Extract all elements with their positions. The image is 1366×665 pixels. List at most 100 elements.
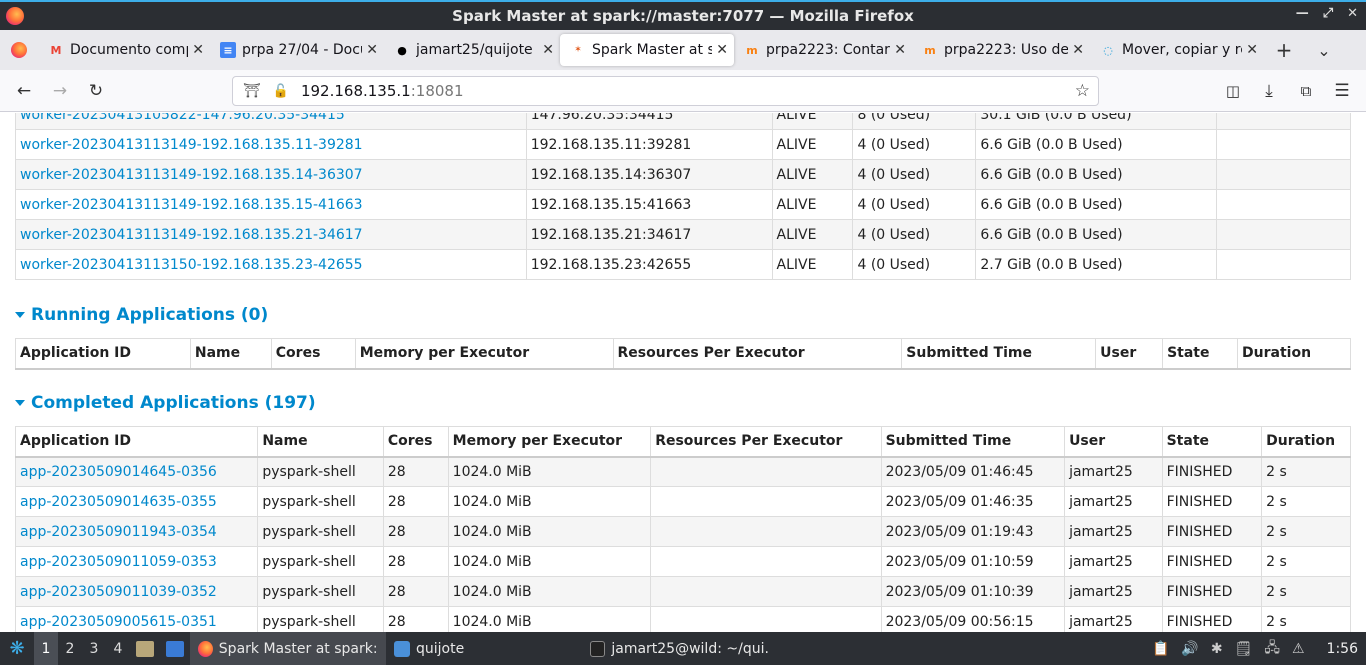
browser-tab[interactable]: ◌ Mover, copiar y re ✕	[1090, 34, 1264, 66]
worker-link[interactable]: worker-20230413113149-192.168.135.14-363…	[20, 167, 363, 183]
tracking-protection-shield-icon[interactable]: ⛩	[243, 83, 261, 99]
close-tab-icon[interactable]: ✕	[192, 42, 204, 58]
close-tab-icon[interactable]: ✕	[716, 42, 728, 58]
worker-link[interactable]: worker-20230413113150-192.168.135.23-426…	[20, 257, 363, 273]
application-duration-cell: 2 s	[1261, 606, 1351, 632]
application-resources-cell	[650, 456, 882, 487]
close-tab-icon[interactable]: ✕	[894, 42, 906, 58]
browser-tab[interactable]: M Documento comp ✕	[38, 34, 210, 66]
running-applications-toggle[interactable]: Running Applications (0)	[15, 305, 268, 325]
application-duration-cell: 2 s	[1261, 546, 1351, 577]
application-resources-cell	[650, 516, 882, 547]
firefox-view-button[interactable]	[0, 30, 38, 70]
browser-tab[interactable]: m prpa2223: Uso de ✕	[912, 34, 1090, 66]
downloads-button[interactable]: ⤓	[1258, 80, 1280, 102]
minimize-icon[interactable]: —	[1296, 6, 1309, 21]
application-user-cell: jamart25	[1064, 456, 1163, 487]
taskbar-app-label: Spark Master at spark:...	[218, 640, 378, 657]
worker-address-cell: 192.168.135.11:39281	[525, 129, 773, 160]
bookmark-star-icon[interactable]: ☆	[1075, 81, 1090, 101]
column-header[interactable]: Application ID	[14, 426, 259, 458]
column-header[interactable]: Cores	[382, 426, 449, 458]
column-header[interactable]: Name	[257, 426, 384, 458]
list-all-tabs-button[interactable]: ⌄	[1304, 41, 1344, 60]
worker-resources-cell	[1216, 159, 1351, 190]
column-header[interactable]: Duration	[1237, 338, 1351, 370]
application-user-cell: jamart25	[1064, 606, 1163, 632]
file-manager-launcher[interactable]	[130, 632, 160, 665]
notes-icon[interactable]: 🗒	[1235, 641, 1253, 657]
application-link[interactable]: app-20230509014645-0356	[20, 464, 217, 480]
taskbar-app-button[interactable]: quijote	[386, 632, 582, 665]
volume-icon[interactable]: 🔊	[1181, 641, 1198, 657]
column-header[interactable]: Cores	[270, 338, 356, 370]
workspace-button[interactable]: 4	[106, 632, 130, 665]
column-header[interactable]: State	[1162, 338, 1239, 370]
window-title: Spark Master at spark://master:7077 — Mo…	[452, 7, 914, 25]
application-link[interactable]: app-20230509011039-0352	[20, 584, 217, 600]
column-header[interactable]: Memory per Executor	[447, 426, 652, 458]
back-button[interactable]: ←	[13, 80, 35, 102]
browser-tab[interactable]: m prpa2223: Contar ✕	[734, 34, 912, 66]
bluetooth-icon[interactable]: ✱	[1211, 641, 1223, 657]
worker-link[interactable]: worker-20230413113149-192.168.135.15-416…	[20, 197, 363, 213]
worker-cores-cell: 4 (0 Used)	[852, 249, 977, 280]
extensions-button[interactable]: ⧉	[1295, 80, 1317, 102]
application-link[interactable]: app-20230509005615-0351	[20, 614, 217, 630]
application-memory-cell: 1024.0 MiB	[447, 606, 652, 632]
show-desktop-button[interactable]	[160, 632, 190, 665]
worker-link[interactable]: worker-20230413113149-192.168.135.21-346…	[20, 227, 363, 243]
completed-applications-toggle[interactable]: Completed Applications (197)	[15, 393, 316, 413]
close-tab-icon[interactable]: ✕	[366, 42, 378, 58]
column-header[interactable]: State	[1161, 426, 1263, 458]
clipboard-icon[interactable]: 📋	[1152, 641, 1169, 657]
application-link[interactable]: app-20230509011059-0353	[20, 554, 217, 570]
forward-button[interactable]: →	[49, 80, 71, 102]
browser-tab[interactable]: ✶ Spark Master at sp ✕	[560, 34, 734, 66]
worker-link[interactable]: worker-20230413113149-192.168.135.11-392…	[20, 137, 363, 153]
taskbar-app-button[interactable]: jamart25@wild: ~/qui...	[582, 632, 778, 665]
workspace-button[interactable]: 1	[34, 632, 58, 665]
tab-label: prpa2223: Uso de	[944, 42, 1069, 58]
column-header[interactable]: Resources Per Executor	[612, 338, 903, 370]
url-bar[interactable]: ⛩ 🔓 192.168.135.1:18081 ☆	[232, 76, 1099, 106]
browser-tab[interactable]: ≡ prpa 27/04 - Docu ✕	[210, 34, 384, 66]
column-header[interactable]: Submitted Time	[901, 338, 1097, 370]
pocket-button[interactable]: ◫	[1222, 80, 1244, 102]
reload-button[interactable]: ↻	[85, 80, 107, 102]
restore-icon[interactable]: ⤢	[1323, 6, 1333, 21]
application-submitted-cell: 2023/05/09 01:46:35	[880, 486, 1066, 517]
worker-memory-cell: 6.6 GiB (0.0 B Used)	[975, 129, 1218, 160]
column-header[interactable]: Memory per Executor	[354, 338, 614, 370]
workspace-button[interactable]: 2	[58, 632, 82, 665]
application-link[interactable]: app-20230509011943-0354	[20, 524, 217, 540]
network-icon[interactable]: 🖧	[1264, 637, 1280, 661]
new-tab-button[interactable]: +	[1264, 38, 1304, 62]
close-window-icon[interactable]: ✕	[1347, 6, 1358, 21]
worker-link[interactable]: worker-20230413105822-147.96.20.35-34415	[20, 113, 345, 123]
insecure-lock-icon[interactable]: 🔓	[273, 84, 289, 99]
close-tab-icon[interactable]: ✕	[542, 42, 554, 58]
column-header[interactable]: User	[1064, 426, 1163, 458]
close-tab-icon[interactable]: ✕	[1246, 42, 1258, 58]
application-link[interactable]: app-20230509014635-0355	[20, 494, 217, 510]
column-header[interactable]: Application ID	[15, 338, 191, 370]
worker-cores-cell: 8 (0 Used)	[852, 113, 977, 130]
close-tab-icon[interactable]: ✕	[1072, 42, 1084, 58]
taskbar-app-button[interactable]: Spark Master at spark:...	[190, 632, 386, 665]
column-header[interactable]: User	[1095, 338, 1164, 370]
column-header[interactable]: Name	[189, 338, 272, 370]
column-header[interactable]: Resources Per Executor	[650, 426, 882, 458]
worker-id-cell: worker-20230413113149-192.168.135.11-392…	[15, 129, 527, 160]
app-menu-button[interactable]: ☰	[1331, 80, 1353, 102]
github-icon: ●	[397, 43, 407, 57]
workspace-button[interactable]: 3	[82, 632, 106, 665]
clock[interactable]: 1:56	[1327, 641, 1358, 657]
application-duration-cell: 2 s	[1261, 576, 1351, 607]
column-header[interactable]: Duration	[1261, 426, 1351, 458]
worker-id-cell: worker-20230413113149-192.168.135.14-363…	[15, 159, 527, 190]
start-menu-button[interactable]: ❋	[0, 632, 34, 665]
notification-icon[interactable]: ⚠	[1292, 641, 1305, 657]
column-header[interactable]: Submitted Time	[880, 426, 1066, 458]
browser-tab[interactable]: ● jamart25/quijote ✕	[384, 34, 560, 66]
